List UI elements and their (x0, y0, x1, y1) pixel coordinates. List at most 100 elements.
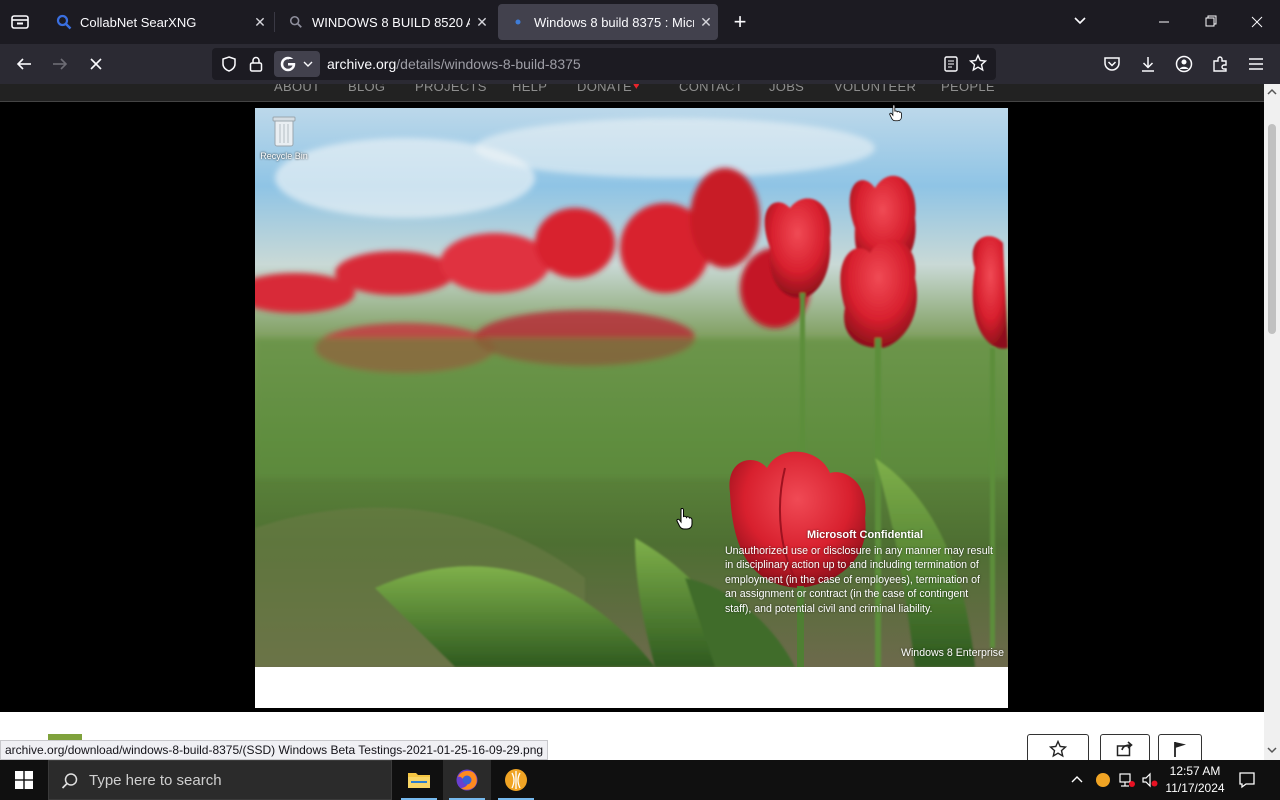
downloads-button[interactable] (1136, 52, 1160, 76)
tab-title: WINDOWS 8 BUILD 8520 ARCH (312, 14, 470, 30)
tab-windows-8-build-8375[interactable]: Windows 8 build 8375 : Micros ✕ (498, 4, 718, 40)
orange-circle-tray-icon (1096, 773, 1110, 787)
nav-link-projects[interactable]: PROJECTS (415, 84, 487, 94)
taskbar-clock[interactable]: 12:57 AM 11/17/2024 (1160, 763, 1230, 797)
tracking-protection-icon[interactable] (220, 55, 238, 78)
close-icon[interactable]: ✕ (694, 14, 718, 31)
nav-link-jobs[interactable]: JOBS (769, 84, 804, 94)
account-button[interactable] (1172, 52, 1196, 76)
firefox-view-button[interactable] (8, 10, 32, 34)
reader-view-icon (944, 56, 958, 72)
item-screenshot-image[interactable]: Recycle Bin Microsoft Confidential Unaut… (255, 108, 1008, 667)
minimize-button[interactable] (1150, 12, 1178, 32)
forward-button[interactable] (48, 52, 72, 76)
google-g-icon (280, 56, 296, 72)
download-icon (1142, 57, 1154, 72)
orange-ball-app-icon (505, 769, 527, 791)
volume-muted-icon (1142, 772, 1158, 788)
extensions-button[interactable] (1208, 52, 1232, 76)
confidential-line: employment (in the case of employees), t… (725, 573, 980, 586)
app-menu-button[interactable] (1244, 52, 1268, 76)
tab-windows-8-build-8520[interactable]: WINDOWS 8 BUILD 8520 ARCH ✕ (276, 4, 494, 40)
confidential-title: Microsoft Confidential (806, 529, 924, 541)
edition-watermark: Windows 8 Enterprise (900, 647, 1004, 659)
nav-link-donate[interactable]: DONATE (577, 84, 632, 94)
tab-collabnet[interactable]: CollabNet SearXNG ✕ (44, 4, 272, 40)
link-status-bar: archive.org/download/windows-8-build-837… (0, 740, 549, 760)
nav-link-help[interactable]: HELP (512, 84, 547, 94)
close-icon[interactable]: ✕ (248, 14, 272, 31)
confidential-notice: Microsoft Confidential Unauthorized use … (725, 528, 1005, 617)
firefox-taskbar-button[interactable] (443, 760, 491, 800)
network-tray-icon[interactable] (1118, 772, 1136, 793)
star-icon (968, 53, 988, 72)
url-path: /details/windows-8-build-8375 (396, 56, 581, 72)
favorite-button[interactable] (1027, 734, 1089, 760)
nav-link-contact[interactable]: CONTACT (679, 84, 743, 94)
list-all-tabs-button[interactable] (1072, 12, 1092, 32)
confidential-line: an assignment or contract (in the case o… (725, 588, 969, 601)
flag-button[interactable] (1158, 734, 1202, 760)
restore-icon (1205, 15, 1217, 27)
taskbar-search-box[interactable]: Type here to search (48, 760, 392, 800)
volume-tray-icon[interactable] (1141, 772, 1159, 793)
windows-logo-icon (15, 771, 33, 789)
close-window-button[interactable] (1243, 12, 1271, 32)
search-engine-selector[interactable] (274, 51, 320, 77)
page-scrollbar[interactable] (1264, 84, 1280, 760)
loading-dot-icon (510, 14, 526, 30)
file-explorer-taskbar-button[interactable] (395, 760, 443, 800)
nav-link-people[interactable]: PEOPLE (941, 84, 995, 94)
network-disconnected-icon (1119, 773, 1135, 787)
tab-bar: CollabNet SearXNG ✕ WINDOWS 8 BUILD 8520… (0, 0, 1280, 44)
chevron-down-icon (303, 61, 313, 67)
clock-time: 12:57 AM (1169, 764, 1221, 778)
heart-icon: ♥ (633, 84, 640, 92)
lock-icon[interactable] (248, 55, 264, 78)
nav-link-about[interactable]: ABOUT (274, 84, 320, 94)
close-icon[interactable]: ✕ (470, 14, 494, 31)
new-tab-button[interactable]: + (728, 8, 752, 36)
share-button[interactable] (1100, 734, 1150, 760)
url-bar[interactable]: archive.org/details/windows-8-build-8375 (212, 48, 996, 80)
bookmark-button[interactable] (968, 53, 988, 77)
puzzle-piece-icon (1213, 56, 1227, 72)
stop-loading-icon (90, 58, 102, 70)
hand-cursor-icon (676, 508, 693, 530)
search-placeholder: Type here to search (89, 772, 222, 789)
url-text[interactable]: archive.org/details/windows-8-build-8375 (327, 56, 581, 72)
recycle-bin-desktop-icon[interactable]: Recycle Bin (259, 114, 309, 161)
flag-icon (1174, 742, 1186, 757)
firefox-view-icon (11, 15, 29, 29)
pocket-icon (1104, 57, 1120, 71)
search-icon (61, 773, 78, 789)
stop-button[interactable] (84, 52, 108, 76)
media-player-taskbar-button[interactable] (492, 760, 540, 800)
scrollbar-thumb[interactable] (1268, 124, 1276, 334)
show-hidden-icons-button[interactable] (1070, 772, 1084, 791)
scroll-up-arrow-icon[interactable] (1267, 88, 1277, 96)
action-center-button[interactable] (1238, 771, 1256, 794)
scroll-down-arrow-icon[interactable] (1267, 746, 1277, 754)
share-icon (1116, 741, 1133, 757)
confidential-line: in disciplinary action up to and includi… (725, 559, 979, 572)
tray-app-icon[interactable] (1095, 772, 1111, 793)
firefox-icon (456, 769, 478, 791)
pocket-button[interactable] (1100, 52, 1124, 76)
nav-link-volunteer[interactable]: VOLUNTEER (834, 84, 916, 94)
search-icon (56, 14, 72, 30)
recycle-bin-label: Recycle Bin (260, 151, 308, 161)
notification-icon (1239, 772, 1255, 789)
reader-view-button[interactable] (943, 55, 959, 78)
clock-date: 11/17/2024 (1165, 781, 1225, 795)
archive-top-nav: ABOUT BLOG PROJECTS HELP DONATE ♥ CONTAC… (0, 84, 1264, 102)
back-button[interactable] (12, 52, 36, 76)
confidential-line: Unauthorized use or disclosure in any ma… (725, 544, 993, 557)
restore-button[interactable] (1197, 12, 1225, 32)
start-button[interactable] (0, 760, 48, 800)
close-icon (1251, 16, 1263, 28)
folder-icon (408, 773, 430, 788)
nav-link-blog[interactable]: BLOG (348, 84, 385, 94)
windows-taskbar: Type here to search 12:57 AM 11/17/2024 (0, 760, 1280, 800)
url-domain: archive.org (327, 56, 397, 72)
